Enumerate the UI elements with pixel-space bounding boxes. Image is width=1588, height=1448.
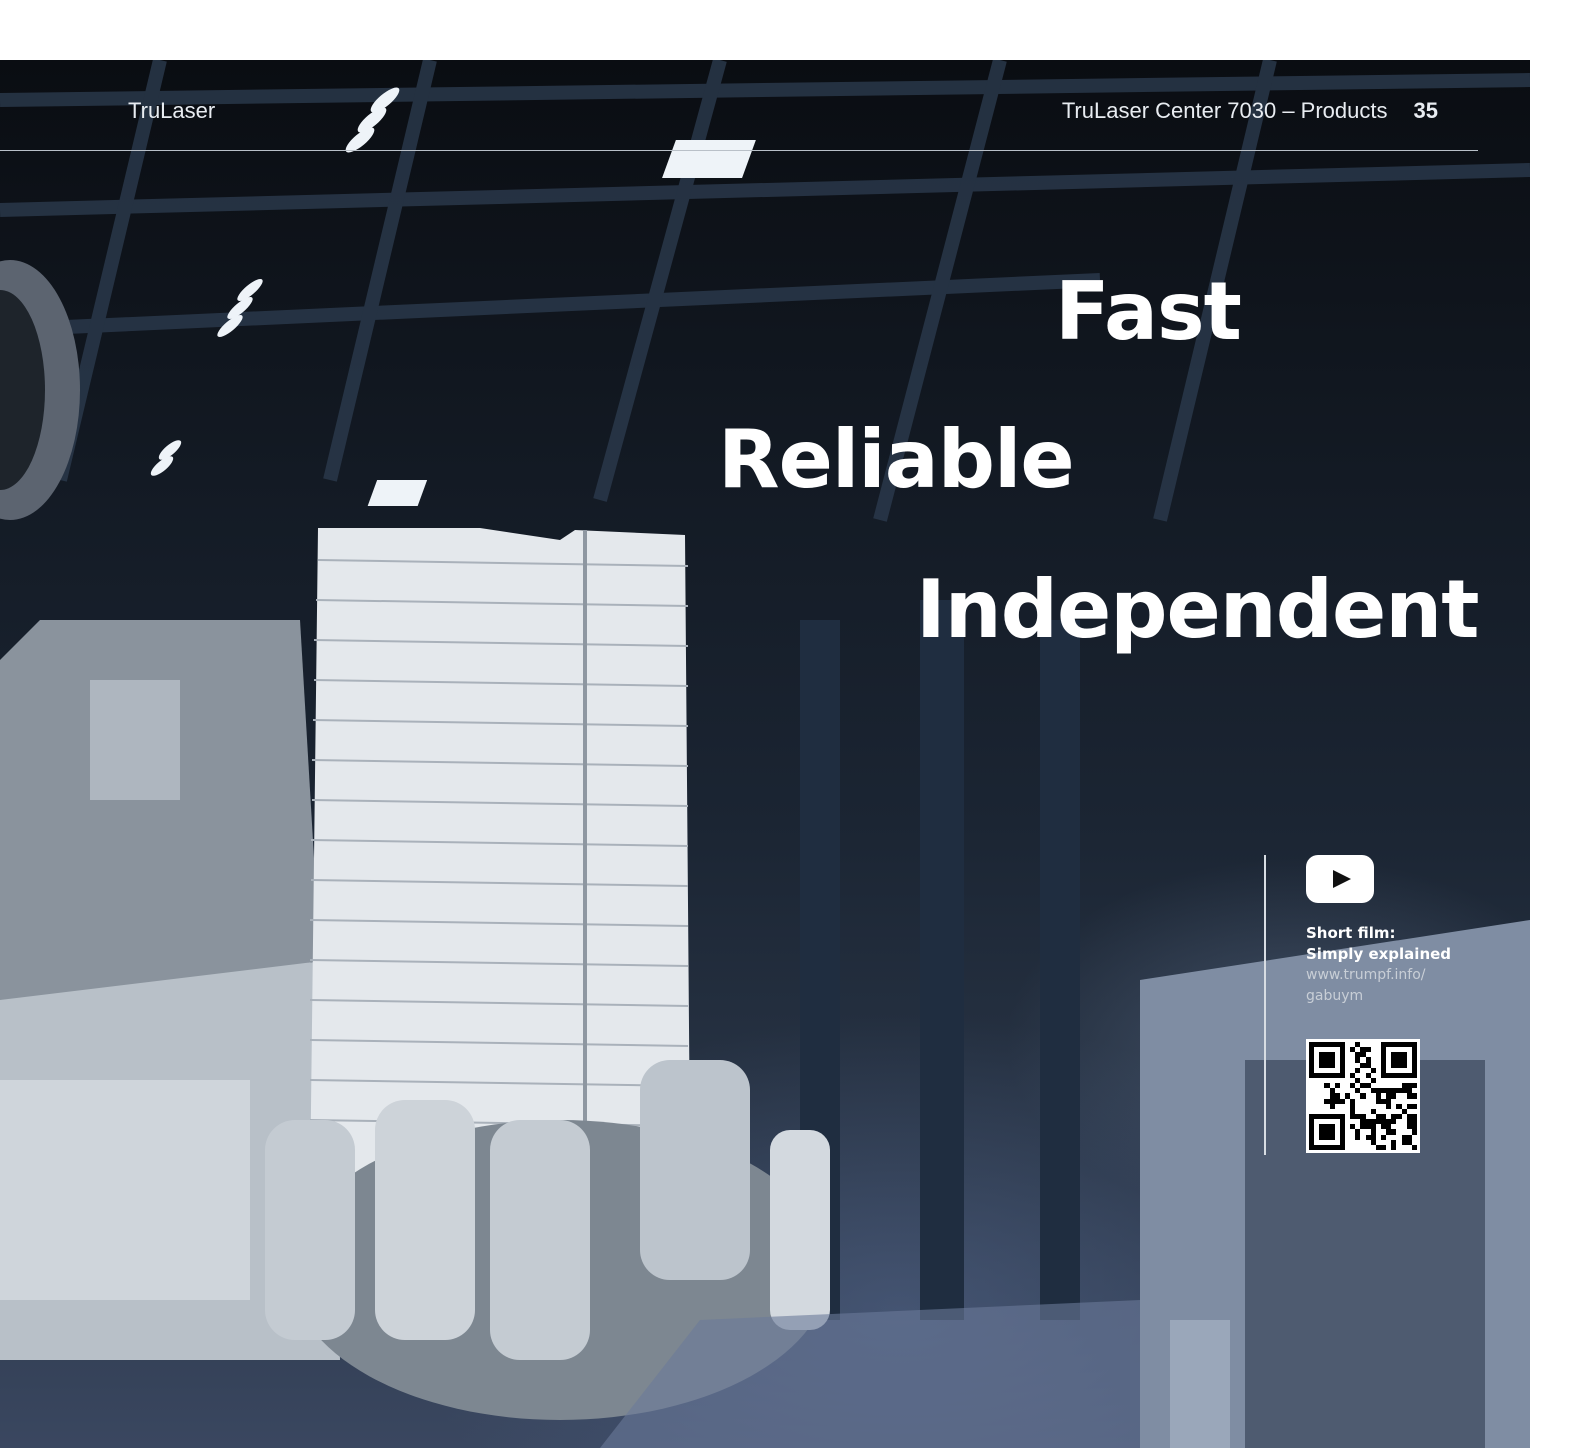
page-number: 35: [1413, 98, 1438, 123]
headline-independent: Independent: [916, 563, 1479, 656]
film-url-line2[interactable]: gabuym: [1306, 986, 1454, 1007]
header-rule: [0, 150, 1478, 151]
film-title-line1: Short film:: [1306, 924, 1396, 942]
sheet-stack: [309, 528, 690, 1200]
warehouse-columns: [800, 600, 1080, 1320]
running-header: TruLaser Center 7030 – Products 35: [1062, 98, 1438, 124]
factory-robot-photo: [0, 60, 1530, 1448]
qr-code-icon[interactable]: [1306, 1039, 1420, 1153]
brochure-page: TruLaser TruLaser Center 7030 – Products…: [0, 0, 1588, 1448]
film-url-line1[interactable]: www.trumpf.info/: [1306, 965, 1454, 986]
headline-fast: Fast: [1055, 265, 1242, 358]
chapter-title: TruLaser Center 7030 – Products: [1061, 98, 1388, 123]
video-callout: Short film: Simply explained www.trumpf.…: [1264, 855, 1454, 1155]
photo-illustration: [0, 60, 1530, 1448]
headline-reliable: Reliable: [718, 413, 1075, 506]
film-title-line2: Simply explained: [1306, 945, 1452, 963]
section-label: TruLaser: [128, 98, 216, 123]
youtube-play-icon[interactable]: [1306, 855, 1374, 903]
